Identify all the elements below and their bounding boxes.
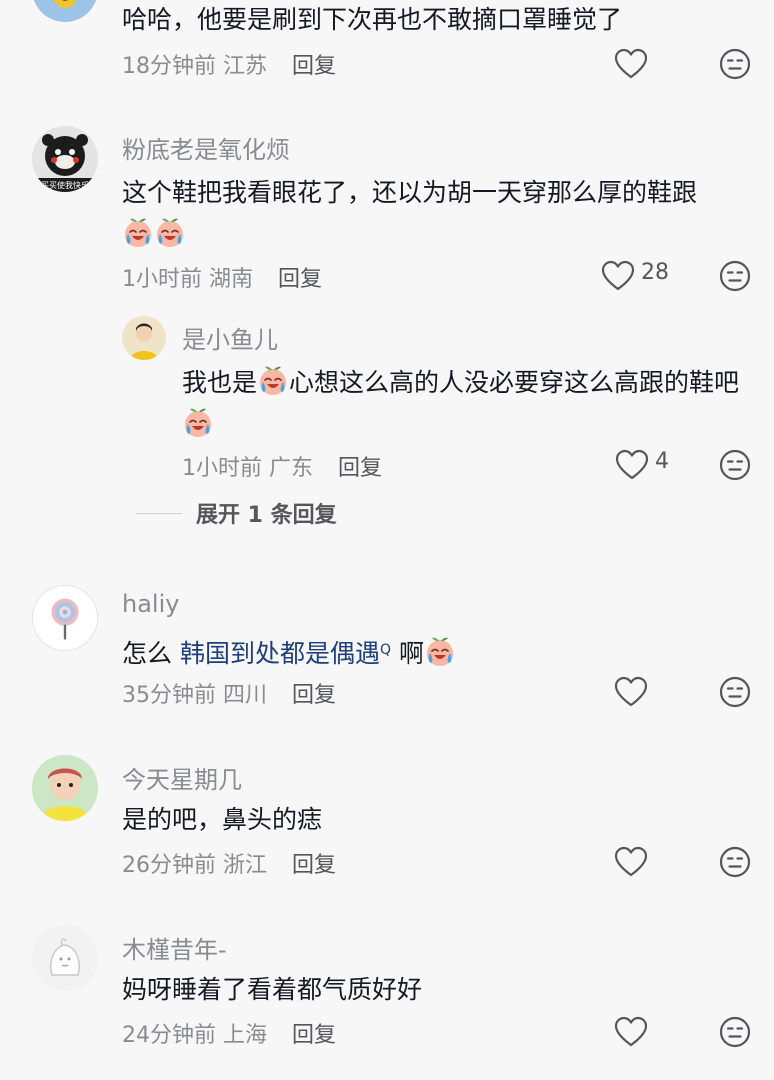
avatar[interactable] <box>32 755 98 821</box>
comment-time: 18分钟前 <box>122 54 216 79</box>
heart-outline-icon[interactable] <box>614 846 648 878</box>
heart-outline-icon[interactable] <box>614 676 648 708</box>
comment-meta: 1小时前 湖南 回复 <box>122 261 322 293</box>
reply-button[interactable]: 回复 <box>338 456 382 481</box>
comment-text: 妈呀睡着了看着都气质好好 <box>122 975 423 1004</box>
comment-text: 我也是 心想这么高的人没必要穿这么高跟的鞋吧 <box>182 362 742 446</box>
comment-text-content: 怎么 <box>122 639 180 668</box>
comment-meta: 26分钟前 浙江 回复 <box>122 847 336 879</box>
comment-location: 上海 <box>223 1023 268 1048</box>
comment-time: 24分钟前 <box>122 1023 216 1048</box>
dislike-face-icon[interactable] <box>719 449 751 481</box>
comment-text-content: 心想这么高的人没必要穿这么高跟的鞋吧 <box>289 368 740 397</box>
comment-time: 35分钟前 <box>122 683 216 708</box>
comment-text: 是的吧，鼻头的痣 <box>122 805 323 834</box>
comment-time: 1小时前 <box>182 456 262 481</box>
avatar[interactable] <box>32 925 98 991</box>
avatar-caption: 买买使我快乐 <box>41 180 89 190</box>
comment-location: 浙江 <box>223 853 268 878</box>
crying-laughing-peach-emoji <box>122 217 154 249</box>
comment-time: 1小时前 <box>122 267 202 292</box>
comment-text-content: 我也是 <box>182 368 258 397</box>
heart-outline-icon[interactable] <box>615 449 649 481</box>
dislike-face-icon[interactable] <box>719 260 751 292</box>
expand-replies-button[interactable]: 展开 1 条回复 <box>136 497 337 529</box>
divider <box>136 512 182 514</box>
comment-location: 江苏 <box>223 54 268 79</box>
avatar[interactable] <box>32 585 98 651</box>
comment-meta: 24分钟前 上海 回复 <box>122 1017 336 1049</box>
avatar[interactable] <box>122 316 166 360</box>
heart-outline-icon[interactable] <box>614 1016 648 1048</box>
comment-text: 哈哈，他要是刷到下次再也不敢摘口罩睡觉了 <box>122 5 623 34</box>
crying-laughing-peach-emoji <box>424 636 456 668</box>
search-icon[interactable]: Q <box>380 642 391 658</box>
comment-username[interactable]: haliy <box>122 590 179 618</box>
comment-username[interactable]: 是小鱼儿 <box>182 320 278 355</box>
comment-meta: 18分钟前 江苏 回复 <box>122 48 336 80</box>
reply-button[interactable]: 回复 <box>292 1023 336 1048</box>
comment-location: 四川 <box>223 683 268 708</box>
comment-text: 怎么 韩国到处都是偶遇Q 啊 <box>122 629 752 675</box>
comment-meta: 1小时前 广东 回复 <box>182 450 382 482</box>
avatar[interactable]: 买买使我快乐 <box>32 126 98 192</box>
dislike-face-icon[interactable] <box>719 1016 751 1048</box>
comment-username[interactable]: 粉底老是氧化烦 <box>122 130 290 165</box>
comment-location: 湖南 <box>209 267 254 292</box>
comment-text-content: 啊 <box>391 639 424 668</box>
dislike-face-icon[interactable] <box>719 676 751 708</box>
heart-outline-icon[interactable] <box>601 260 635 292</box>
dislike-face-icon[interactable] <box>719 846 751 878</box>
expand-replies-label: 展开 1 条回复 <box>196 503 337 528</box>
crying-laughing-peach-emoji <box>257 365 289 397</box>
comment-meta: 35分钟前 四川 回复 <box>122 677 336 709</box>
crying-laughing-peach-emoji <box>154 217 186 249</box>
crying-laughing-peach-emoji <box>182 407 214 439</box>
comment-username[interactable]: 今天星期几 <box>122 760 242 795</box>
heart-outline-icon[interactable] <box>614 48 648 80</box>
reply-button[interactable]: 回复 <box>292 54 336 79</box>
like-count: 28 <box>641 260 669 285</box>
reply-button[interactable]: 回复 <box>292 683 336 708</box>
reply-button[interactable]: 回复 <box>292 853 336 878</box>
comment-username[interactable]: 木槿昔年- <box>122 930 227 965</box>
comment-text-content: 这个鞋把我看眼花了，还以为胡一天穿那么厚的鞋跟 <box>122 178 698 207</box>
reply-button[interactable]: 回复 <box>278 267 322 292</box>
search-link[interactable]: 韩国到处都是偶遇 <box>180 639 380 668</box>
comment-text: 这个鞋把我看眼花了，还以为胡一天穿那么厚的鞋跟 <box>122 172 752 256</box>
dislike-face-icon[interactable] <box>719 48 751 80</box>
avatar[interactable] <box>32 0 98 22</box>
like-count: 4 <box>655 449 669 474</box>
comment-time: 26分钟前 <box>122 853 216 878</box>
comment-location: 广东 <box>269 456 314 481</box>
